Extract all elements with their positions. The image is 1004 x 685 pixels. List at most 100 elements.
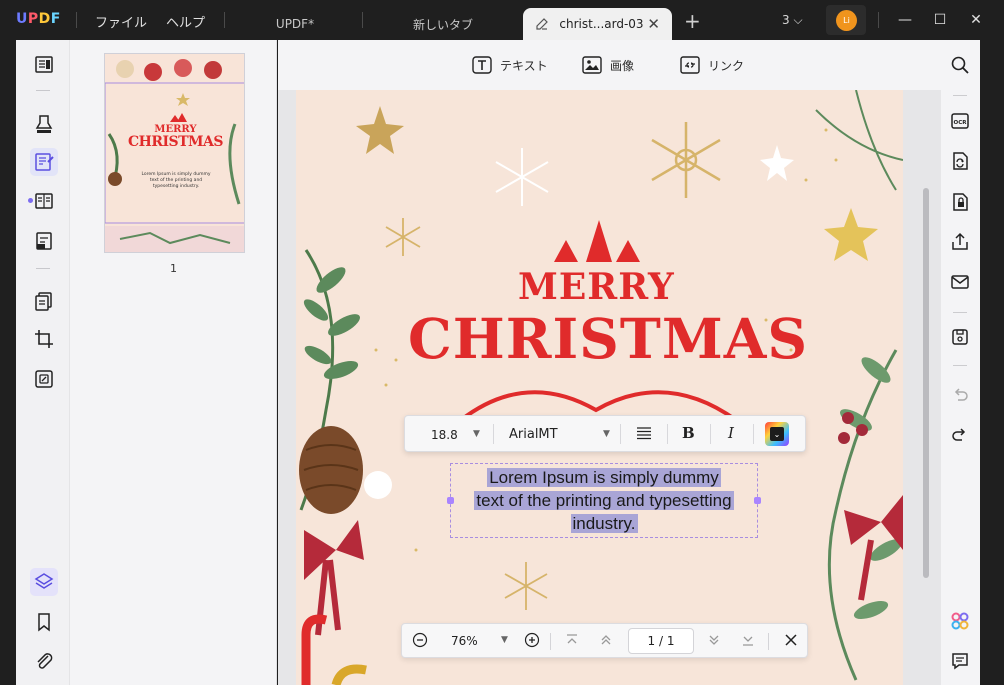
divider [768, 633, 769, 650]
form-icon[interactable] [33, 230, 55, 252]
right-toolbar: OCR [941, 40, 980, 685]
add-link-button[interactable]: リンク [680, 56, 744, 74]
tab-count[interactable]: 3 ⌵ [782, 13, 803, 28]
last-page-icon[interactable] [740, 632, 756, 648]
text-line[interactable]: Lorem Ipsum is simply dummy [451, 468, 757, 488]
ai-assistant-icon[interactable] [950, 611, 970, 631]
mail-icon[interactable] [950, 272, 970, 292]
snowflake-icon [651, 122, 721, 198]
close-icon[interactable] [783, 632, 799, 648]
divider [878, 12, 879, 28]
menu-file[interactable]: ファイル [95, 12, 147, 31]
divider [953, 95, 967, 96]
window-border [0, 40, 16, 685]
chevron-down-icon[interactable]: ▼ [501, 635, 508, 645]
page-thumbnail[interactable]: MERRY CHRISTMAS Lorem Ipsum is simply du… [104, 53, 245, 253]
svg-text:OCR: OCR [954, 120, 968, 126]
pdf-page[interactable] [296, 90, 903, 685]
new-tab-icon[interactable]: + [684, 9, 701, 33]
chevron-down-icon: ⌵ [793, 13, 803, 27]
divider [493, 424, 494, 444]
close-tab-icon[interactable]: ✕ [647, 15, 660, 33]
chat-icon[interactable] [950, 651, 970, 671]
protect-icon[interactable] [950, 192, 970, 212]
reader-icon[interactable] [33, 54, 55, 76]
zoom-toolbar: 76% ▼ 1 / 1 [401, 623, 808, 658]
page-view-icon[interactable] [33, 190, 55, 212]
tool-label: リンク [708, 58, 745, 73]
updf-logo: UPDF [16, 11, 61, 27]
selected-text-box[interactable]: Lorem Ipsum is simply dummy text of the … [447, 463, 761, 538]
divider [667, 424, 668, 444]
thumbnail-title-christmas: CHRISTMAS [127, 134, 224, 150]
layers-icon[interactable] [33, 571, 55, 593]
convert-icon[interactable] [950, 151, 970, 171]
page-decorations [299, 90, 903, 685]
search-icon[interactable] [950, 55, 970, 75]
save-icon[interactable] [950, 327, 970, 347]
chevron-down-icon[interactable]: ▼ [473, 429, 480, 439]
crop-icon[interactable] [33, 328, 55, 350]
tab-label: 新しいタブ [412, 17, 473, 32]
share-icon[interactable] [950, 232, 970, 252]
previous-page-icon[interactable] [598, 632, 614, 648]
tool-label: 画像 [610, 58, 635, 73]
divider [550, 633, 551, 650]
divider [36, 90, 50, 91]
thumbnail-panel: MERRY CHRISTMAS Lorem Ipsum is simply du… [70, 40, 277, 685]
text-line[interactable]: text of the printing and typesetting [451, 491, 757, 511]
thumbnail-decorations [105, 54, 244, 252]
text-line[interactable]: industry. [451, 514, 757, 534]
organize-pages-icon[interactable] [33, 290, 55, 312]
document-title-christmas: CHRISTMAS [408, 306, 809, 371]
edit-pdf-icon[interactable] [33, 151, 55, 173]
zoom-in-icon[interactable] [524, 632, 540, 648]
edit-toolbar: テキスト 画像 リンク [278, 40, 941, 90]
vertical-scrollbar[interactable] [923, 188, 929, 578]
next-page-icon[interactable] [706, 632, 722, 648]
bold-button[interactable]: B [682, 424, 695, 442]
snowflake-icon [504, 562, 548, 610]
font-family-select[interactable]: ArialMT [509, 427, 558, 442]
text-format-toolbar: 18.8 ▼ ArialMT ▼ B I ⌄ [404, 415, 806, 452]
divider [710, 424, 711, 444]
avatar[interactable]: Li [836, 10, 857, 31]
watermark-icon[interactable] [33, 368, 55, 390]
tab-new[interactable]: 新しいタブ [378, 8, 508, 40]
bookmark-icon[interactable] [33, 611, 55, 633]
tab-updf[interactable]: UPDF* [240, 8, 350, 40]
divider [953, 365, 967, 366]
snowflake-icon [495, 148, 549, 206]
redo-icon[interactable] [950, 425, 970, 445]
ocr-icon[interactable]: OCR [950, 111, 970, 131]
align-icon[interactable] [636, 427, 652, 441]
font-size-select[interactable]: 18.8 [431, 428, 458, 442]
comment-icon[interactable] [33, 113, 55, 135]
undo-icon[interactable] [950, 385, 970, 405]
divider [76, 12, 77, 28]
attachment-icon[interactable] [33, 650, 55, 672]
document-edit-icon [536, 18, 548, 30]
zoom-level[interactable]: 76% [451, 634, 478, 648]
tool-label: テキスト [500, 58, 548, 73]
text-color-button[interactable]: ⌄ [765, 422, 789, 446]
add-image-button[interactable]: 画像 [582, 56, 634, 74]
divider [224, 12, 225, 28]
add-text-button[interactable]: テキスト [472, 56, 548, 74]
page-number-field[interactable]: 1 / 1 [628, 628, 694, 654]
chevron-down-icon: ⌄ [770, 427, 784, 441]
first-page-icon[interactable] [564, 632, 580, 648]
maximize-icon[interactable]: ☐ [928, 8, 952, 32]
zoom-out-icon[interactable] [412, 632, 428, 648]
menu-help[interactable]: ヘルプ [166, 12, 205, 31]
italic-button[interactable]: I [728, 424, 734, 442]
divider [36, 268, 50, 269]
text-icon [472, 56, 492, 74]
tab-label: UPDF* [275, 17, 315, 31]
divider [362, 12, 363, 28]
divider [753, 424, 754, 444]
close-window-icon[interactable]: ✕ [964, 8, 988, 32]
tab-christmas-card[interactable]: christ...ard-03 ✕ [523, 8, 672, 40]
minimize-icon[interactable]: — [893, 8, 917, 32]
chevron-down-icon[interactable]: ▼ [603, 429, 610, 439]
